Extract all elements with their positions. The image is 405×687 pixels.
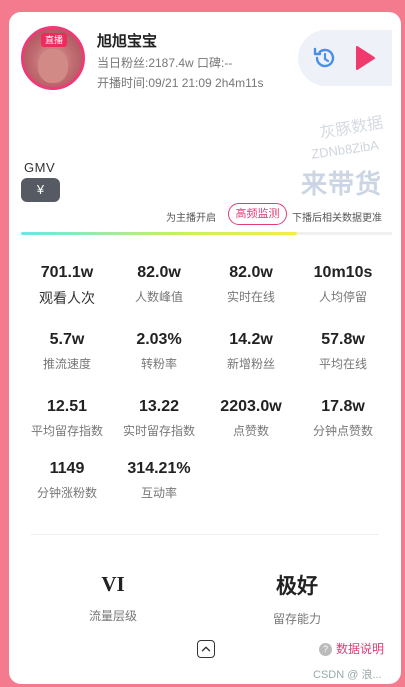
summary-item: 极好 留存能力: [237, 570, 357, 627]
fans-line: 当日粉丝:2187.4w 口碑:--: [97, 56, 233, 70]
metric-item: 314.21% 互动率: [113, 460, 205, 501]
metric-value: 5.7w: [49, 331, 85, 348]
metric-label: 分钟点赞数: [312, 424, 373, 438]
metric-label: 实时在线: [226, 290, 275, 304]
question-icon: ?: [319, 643, 332, 656]
metric-value: 2203.0w: [220, 398, 282, 415]
metric-label: 人数峰值: [134, 290, 183, 304]
metric-item: 13.22 实时留存指数: [113, 398, 205, 439]
metric-label: 推流速度: [42, 357, 91, 371]
metric-item: 12.51 平均留存指数: [21, 398, 113, 439]
metric-label: 新增粉丝: [226, 357, 275, 371]
metric-label: 点赞数: [232, 424, 269, 438]
metric-value: 82.0w: [229, 264, 273, 281]
history-icon[interactable]: [312, 45, 338, 71]
summary-label: 流量层级: [88, 609, 137, 623]
watermark: 灰豚数据 ZDNb8ZibA 来带货: [297, 112, 391, 202]
metric-item: 17.8w 分钟点赞数: [297, 398, 389, 439]
start-time-line: 开播时间:09/21 21:09 2h4m11s: [97, 76, 264, 90]
metric-label: 分钟涨粉数: [36, 486, 97, 500]
metric-value: 14.2w: [229, 331, 273, 348]
metric-value: 1149: [49, 460, 85, 477]
playback-controls: [298, 30, 392, 86]
metric-item: 82.0w 人数峰值: [113, 264, 205, 305]
notice-left: 为主播开启: [166, 213, 216, 224]
live-badge: 直播: [41, 33, 67, 47]
summary-item: VI 流量层级: [53, 572, 173, 624]
gmv-label: GMV: [24, 160, 56, 175]
metric-label: 平均留存指数: [30, 424, 103, 438]
live-stats-card: 直播 旭旭宝宝 当日粉丝:2187.4w 口碑:-- 开播时间:09/21 21…: [9, 12, 401, 684]
high-frequency-monitor-tag[interactable]: 高频监测: [228, 203, 287, 225]
data-explanation-label: 数据说明: [336, 642, 385, 656]
streamer-name: 旭旭宝宝: [97, 33, 158, 50]
summary-value: VI: [101, 572, 125, 596]
streamer-avatar[interactable]: 直播: [21, 26, 85, 90]
metric-item: 10m10s 人均停留: [297, 264, 389, 305]
section-divider: [31, 534, 379, 535]
metric-value: 13.22: [138, 398, 180, 415]
metric-label: 转粉率: [140, 357, 177, 371]
metric-item: 57.8w 平均在线: [297, 331, 389, 372]
metric-item: 82.0w 实时在线: [205, 264, 297, 305]
metric-label: 实时留存指数: [122, 424, 195, 438]
notice-right: 下播后相关数据更准: [292, 213, 382, 224]
metric-item: 2.03% 转粉率: [113, 331, 205, 372]
metric-item: 5.7w 推流速度: [21, 331, 113, 372]
metric-item: 1149 分钟涨粉数: [21, 460, 113, 501]
summary-label: 留存能力: [272, 612, 321, 626]
metric-item: 2203.0w 点赞数: [205, 398, 297, 439]
avatar-face: [38, 49, 68, 83]
metric-label: 人均停留: [318, 290, 367, 304]
metric-value: 57.8w: [321, 331, 365, 348]
play-icon[interactable]: [354, 45, 376, 71]
metric-value: 2.03%: [136, 331, 182, 348]
metric-value: 17.8w: [321, 398, 365, 415]
metric-value: 701.1w: [40, 264, 94, 281]
data-explanation-link[interactable]: ? 数据说明: [319, 640, 384, 657]
metric-label: 互动率: [140, 486, 177, 500]
summary-value: 极好: [276, 575, 318, 598]
watermark-line-3: 来带货: [301, 169, 383, 199]
metric-label: 平均在线: [318, 357, 367, 371]
metric-label: 观看人次: [39, 290, 95, 306]
metric-value: 314.21%: [127, 460, 191, 477]
collapse-chevron-up-icon[interactable]: [197, 640, 215, 658]
progress-gradient-bar: [21, 232, 297, 235]
progress-bar-track: [297, 232, 392, 235]
metric-item: 701.1w 观看人次: [21, 264, 113, 308]
metric-value: 10m10s: [313, 264, 373, 281]
metric-value: 82.0w: [137, 264, 181, 281]
metric-item: 14.2w 新增粉丝: [205, 331, 297, 372]
metric-value: 12.51: [46, 398, 88, 415]
gmv-button[interactable]: ¥: [21, 178, 60, 202]
watermark-credit: CSDN @ 浪...: [313, 669, 382, 681]
